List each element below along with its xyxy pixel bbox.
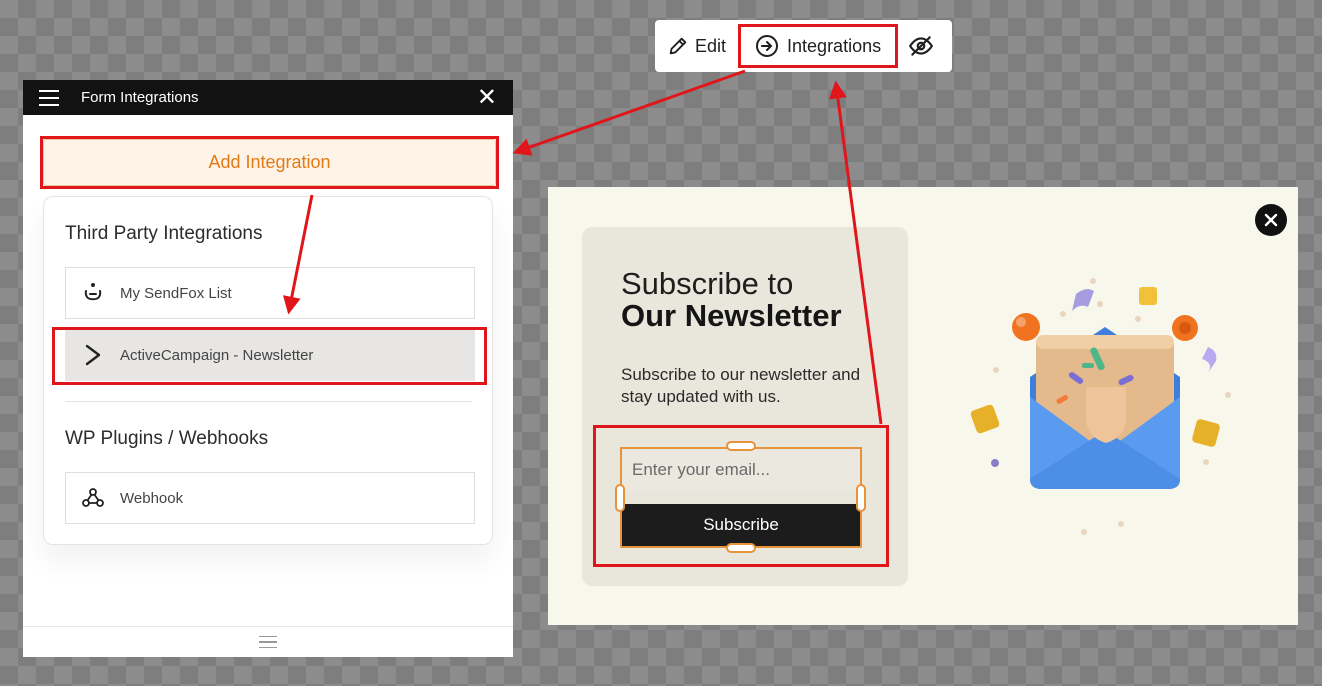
integration-label: ActiveCampaign - Newsletter [120,346,314,364]
add-integration-button[interactable]: Add Integration [43,139,496,186]
subscribe-card: Subscribe to Our Newsletter Subscribe to… [582,227,908,586]
resize-handle-right[interactable] [856,484,866,512]
heading-line2: Our Newsletter [621,298,842,333]
integrations-label: Integrations [787,35,882,56]
newsletter-popup: Subscribe to Our Newsletter Subscribe to… [548,187,1298,625]
integrations-button[interactable]: Integrations [738,24,899,68]
popup-description: Subscribe to our newsletter and stay upd… [621,365,861,406]
integration-item-sendfox[interactable]: My SendFox List [65,267,475,319]
resize-handle-top[interactable] [726,441,756,451]
eye-off-icon [909,36,934,56]
integration-label: Webhook [120,489,184,507]
hide-button[interactable] [908,33,934,59]
section-title-third-party: Third Party Integrations [65,223,263,244]
edit-label: Edit [695,35,727,56]
activecampaign-icon [80,344,106,366]
panel-header: Form Integrations ✕ [23,80,513,115]
form-integrations-panel: Form Integrations ✕ Add Integration Thir… [23,80,513,657]
drag-handle-icon[interactable] [259,635,277,649]
element-toolbar: Edit Integrations [655,20,952,72]
add-integration-highlight: Add Integration [40,136,499,189]
integration-item-activecampaign[interactable]: ActiveCampaign - Newsletter [65,329,475,381]
sendfox-icon [80,281,106,305]
close-icon[interactable]: ✕ [477,85,497,110]
edit-button[interactable]: Edit [667,35,726,57]
arrow-login-icon [756,35,779,57]
divider [65,401,472,402]
popup-close-icon[interactable] [1255,204,1287,236]
panel-footer [23,626,513,657]
integration-item-webhook[interactable]: Webhook [65,472,475,524]
panel-title: Form Integrations [81,89,199,106]
envelope-illustration [970,278,1231,535]
heading-line1: Subscribe to [621,266,794,301]
pencil-icon [669,37,687,55]
subscribe-button[interactable]: Subscribe [620,504,862,548]
integrations-list: Third Party Integrations My SendFox List… [43,196,493,545]
menu-icon[interactable] [39,89,59,106]
webhook-icon [80,487,106,509]
resize-handle-left[interactable] [615,484,625,512]
resize-handle-bottom[interactable] [726,543,756,553]
section-title-wp-plugins: WP Plugins / Webhooks [65,428,269,449]
email-input[interactable] [620,447,862,491]
integration-label: My SendFox List [120,284,232,302]
